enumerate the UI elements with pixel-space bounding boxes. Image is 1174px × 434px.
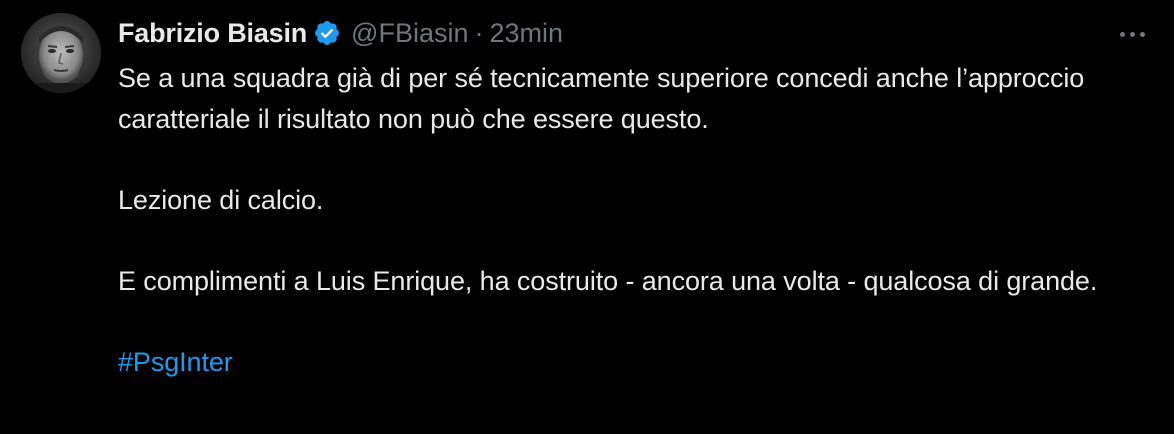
dot-1 [1119,31,1125,37]
tweet-paragraph-1: Se a una squadra già di per sé tecnicame… [118,63,1085,134]
dot-2 [1129,31,1135,37]
more-options-icon[interactable] [1112,20,1152,48]
tweet-text: Se a una squadra già di per sé tecnicame… [118,58,1128,382]
tweet-card[interactable]: Fabrizio Biasin @FBiasin · 23min Se a un… [0,0,1174,434]
tweet-header: Fabrizio Biasin @FBiasin · 23min [118,14,563,52]
hashtag-link[interactable]: #PsgInter [118,347,233,377]
separator-dot: · [474,17,484,48]
tweet-paragraph-3: E complimenti a Luis Enrique, ha costrui… [118,265,1098,296]
avatar-image [21,13,101,93]
dot-3 [1139,31,1145,37]
tweet-paragraph-2: Lezione di calcio. [118,184,324,215]
user-handle[interactable]: @FBiasin [351,18,468,49]
verified-badge-icon [313,19,341,47]
display-name[interactable]: Fabrizio Biasin [118,18,307,49]
avatar[interactable] [21,13,101,93]
timestamp[interactable]: 23min [490,18,564,49]
